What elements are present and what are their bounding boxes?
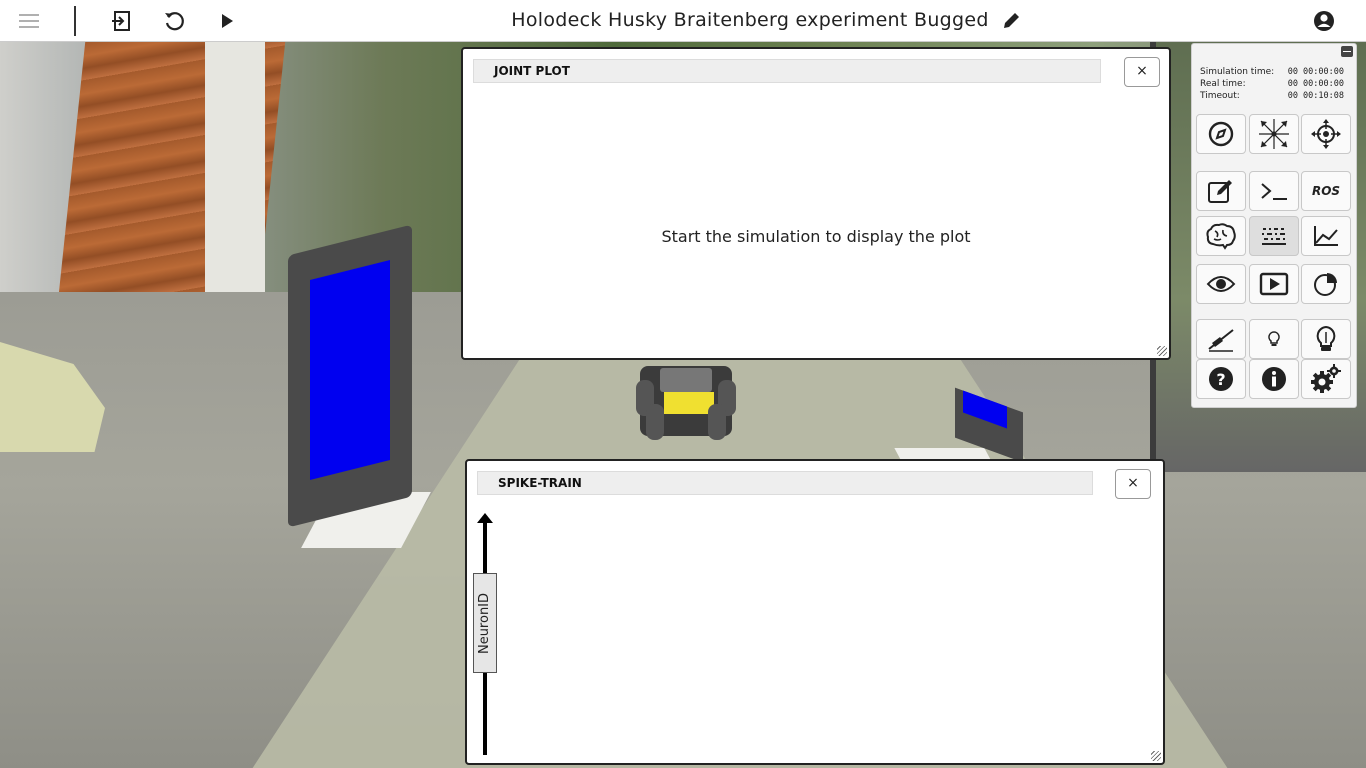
reset-icon[interactable] bbox=[159, 6, 189, 36]
spike-train-panel[interactable]: SPIKE-TRAIN × NeuronID bbox=[465, 459, 1165, 765]
y-axis-label: NeuronID bbox=[473, 573, 497, 673]
ros-icon[interactable]: ROS bbox=[1301, 171, 1351, 211]
pie-chart-icon[interactable] bbox=[1301, 264, 1351, 304]
video-icon[interactable] bbox=[1249, 264, 1299, 304]
real-time-label: Real time: bbox=[1200, 79, 1246, 89]
orbit-camera-icon[interactable] bbox=[1196, 114, 1246, 154]
joint-plot-icon[interactable] bbox=[1301, 216, 1351, 256]
large-light-icon[interactable] bbox=[1301, 319, 1351, 359]
simulation-toolbar: Simulation time: 00 00:00:00 Real time: … bbox=[1191, 43, 1357, 408]
timeout-label: Timeout: bbox=[1200, 91, 1240, 101]
timeout-value: 00 00:10:08 bbox=[1287, 91, 1344, 101]
translate-object-icon[interactable] bbox=[1301, 114, 1351, 154]
terminal-icon[interactable] bbox=[1249, 171, 1299, 211]
play-icon[interactable] bbox=[212, 6, 242, 36]
user-icon[interactable] bbox=[1309, 6, 1339, 36]
robot-bumper bbox=[664, 392, 714, 414]
small-light-icon[interactable] bbox=[1249, 319, 1299, 359]
menu-icon[interactable] bbox=[14, 6, 44, 36]
experiment-title: Holodeck Husky Braitenberg experiment Bu… bbox=[511, 9, 989, 31]
exit-icon[interactable] bbox=[106, 6, 136, 36]
close-button[interactable]: × bbox=[1124, 57, 1160, 87]
real-time-value: 00 00:00:00 bbox=[1287, 79, 1344, 89]
minimize-button[interactable] bbox=[1341, 46, 1353, 57]
brain-icon[interactable] bbox=[1196, 216, 1246, 256]
scene-pillar bbox=[205, 42, 265, 332]
move-object-icon[interactable] bbox=[1249, 114, 1299, 154]
resize-handle[interactable] bbox=[1157, 346, 1167, 356]
edit-icon[interactable] bbox=[996, 6, 1026, 36]
toolbar-divider bbox=[74, 6, 76, 36]
spike-train-icon[interactable] bbox=[1249, 216, 1299, 256]
simulation-time-value: 00 00:00:00 bbox=[1287, 67, 1344, 77]
joint-plot-message: Start the simulation to display the plot bbox=[661, 227, 971, 246]
robot-wheel bbox=[646, 404, 664, 440]
husky-robot[interactable] bbox=[636, 366, 736, 440]
resize-handle[interactable] bbox=[1151, 751, 1161, 761]
scene-monitor-left bbox=[288, 224, 412, 528]
svg-text:?: ? bbox=[1216, 370, 1225, 389]
help-icon[interactable]: ? bbox=[1196, 359, 1246, 399]
edit-icon[interactable] bbox=[1196, 171, 1246, 211]
info-icon[interactable] bbox=[1249, 359, 1299, 399]
scene-monitor-left-screen bbox=[310, 260, 390, 480]
timeout: Timeout: 00 00:10:08 bbox=[1200, 91, 1350, 101]
settings-icon[interactable] bbox=[1301, 359, 1351, 399]
joint-plot-panel[interactable]: JOINT PLOT × Start the simulation to dis… bbox=[461, 47, 1171, 360]
spike-train-header[interactable]: SPIKE-TRAIN bbox=[477, 471, 1093, 495]
top-bar: Holodeck Husky Braitenberg experiment Bu… bbox=[0, 0, 1366, 42]
y-axis-label-text: NeuronID bbox=[477, 592, 493, 654]
simulation-time-label: Simulation time: bbox=[1200, 67, 1275, 77]
robot-top bbox=[660, 368, 712, 392]
eye-icon[interactable] bbox=[1196, 264, 1246, 304]
close-button[interactable]: × bbox=[1115, 469, 1151, 499]
joint-plot-header[interactable]: JOINT PLOT bbox=[473, 59, 1101, 83]
simulation-time: Simulation time: 00 00:00:00 bbox=[1200, 67, 1350, 77]
robot-wheel bbox=[708, 404, 726, 440]
ros-label: ROS bbox=[1311, 184, 1341, 198]
real-time: Real time: 00 00:00:00 bbox=[1200, 79, 1350, 89]
slider-icon[interactable] bbox=[1196, 319, 1246, 359]
